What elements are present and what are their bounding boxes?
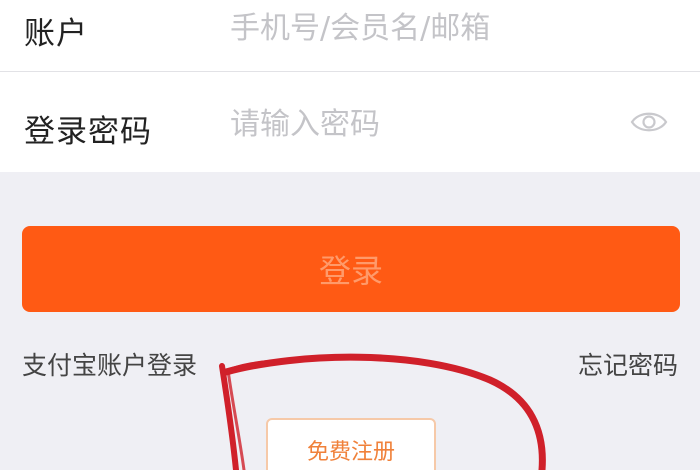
forgot-password-link[interactable]: 忘记密码	[578, 346, 678, 382]
login-screen: 账户 登录密码 登录 支付宝账户登录 忘记密码 免费注册	[0, 0, 700, 470]
login-button[interactable]: 登录	[22, 226, 680, 312]
eye-icon[interactable]	[630, 108, 668, 136]
alipay-login-link[interactable]: 支付宝账户登录	[22, 346, 197, 382]
password-input[interactable]	[230, 102, 610, 146]
password-label: 登录密码	[24, 114, 152, 150]
login-form: 账户 登录密码	[0, 0, 700, 172]
account-input[interactable]	[230, 6, 610, 50]
register-button[interactable]: 免费注册	[266, 418, 436, 470]
account-label: 账户	[24, 16, 88, 52]
